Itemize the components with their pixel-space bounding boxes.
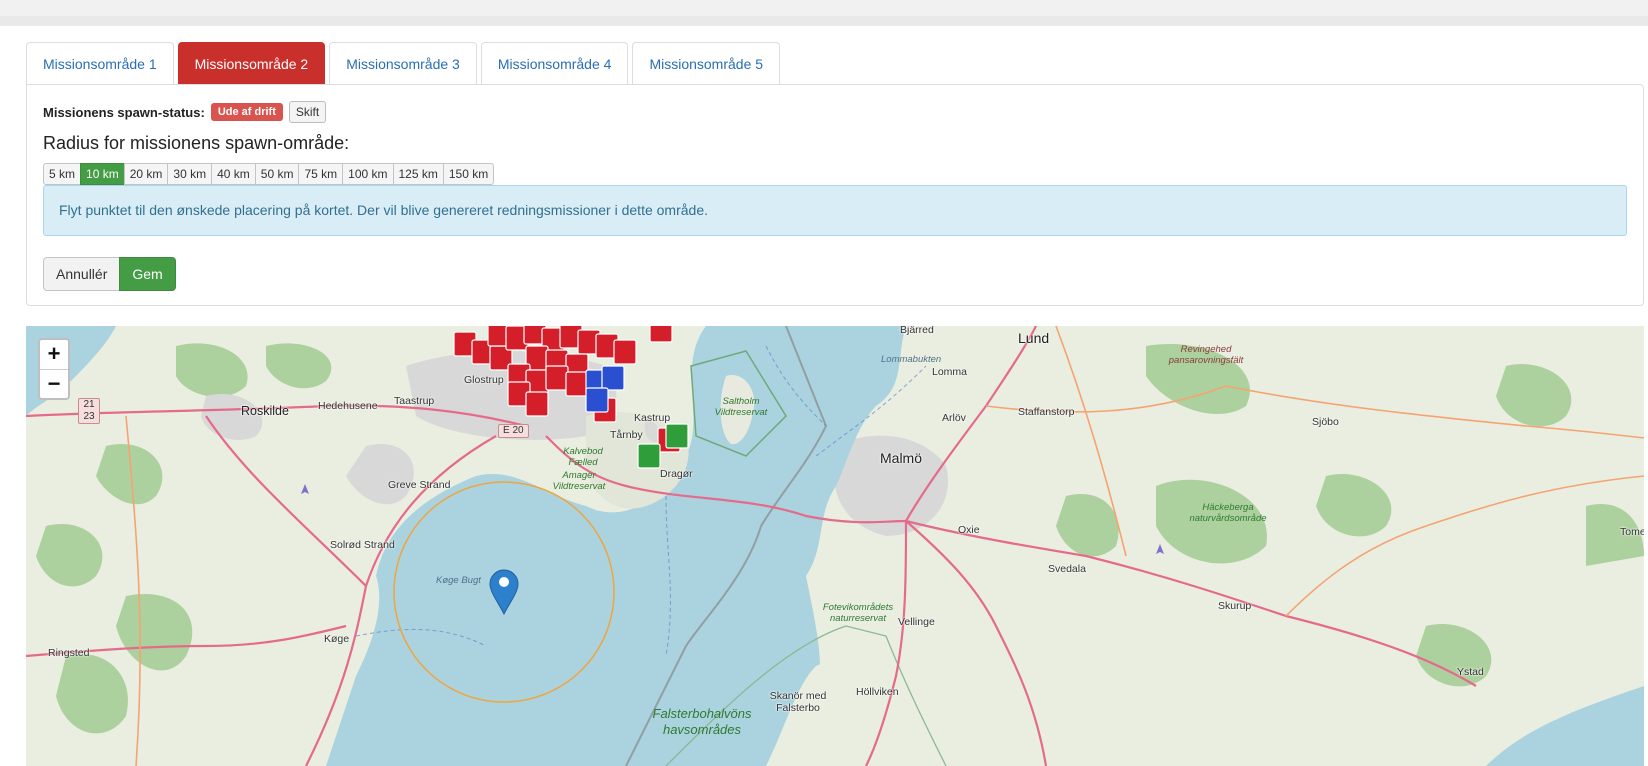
mission-marker[interactable]	[585, 387, 609, 413]
place-label: Svedala	[1048, 563, 1086, 575]
radius-50km-button[interactable]: 50 km	[254, 163, 300, 185]
reserve-label: Kalvebod Fælled	[563, 446, 603, 468]
radius-button-group: 5 km 10 km 20 km 30 km 40 km 50 km 75 km…	[43, 163, 495, 185]
spawn-status-row: Missionens spawn-status: Ude af drift Sk…	[43, 101, 327, 123]
place-label: Staffanstorp	[1018, 406, 1075, 418]
place-label: Malmö	[880, 450, 923, 466]
zoom-out-button[interactable]: −	[40, 369, 68, 398]
road-shield: 21 23	[78, 398, 100, 424]
info-alert: Flyt punktet til den ønskede placering p…	[43, 185, 1627, 236]
place-label: Tome	[1620, 526, 1644, 538]
place-label: Kastrup	[634, 412, 671, 424]
radius-title: Radius for missionens spawn-område:	[43, 133, 350, 153]
tab-mission-area-3[interactable]: Missionsområde 3	[329, 42, 477, 84]
reserve-label: Saltholm Vildtreservat	[714, 396, 768, 418]
place-label: Skurup	[1218, 600, 1252, 612]
reserve-label: Häckeberga naturvårdsområde	[1189, 502, 1267, 524]
tab-mission-area-4[interactable]: Missionsområde 4	[480, 42, 629, 84]
mission-marker[interactable]	[525, 391, 549, 417]
mission-marker[interactable]	[637, 443, 661, 469]
place-label: Køge	[324, 633, 350, 645]
mission-area-tabs: Missionsområde 1 Missionsområde 2 Missio…	[26, 42, 781, 84]
place-label: Ystad	[1457, 666, 1484, 678]
radius-30km-button[interactable]: 30 km	[167, 163, 213, 185]
map-view[interactable]: + − Roskilde Hedehusene Taastrup Glostru…	[26, 326, 1644, 766]
mission-marker[interactable]	[613, 339, 637, 365]
tab-mission-area-1[interactable]: Missionsområde 1	[26, 42, 174, 84]
radius-10km-button[interactable]: 10 km	[80, 163, 125, 185]
place-label: Arlöv	[942, 412, 966, 424]
place-label: Greve Strand	[388, 479, 451, 491]
place-label: Lomma	[932, 366, 968, 378]
mission-marker[interactable]	[545, 365, 569, 391]
place-label: Roskilde	[241, 404, 289, 418]
place-label: Vellinge	[898, 616, 935, 628]
mission-marker[interactable]	[665, 423, 689, 449]
reserve-label: Fotevikområdets naturreservat	[822, 602, 894, 624]
mission-marker[interactable]	[601, 365, 625, 391]
water-label: Lommabukten	[881, 354, 942, 365]
place-label: Sjöbo	[1312, 416, 1339, 428]
zoom-control: + −	[38, 338, 70, 400]
water-label: Køge Bugt	[436, 575, 481, 586]
reserve-label: Revingehed pansarovningsfält	[1168, 344, 1244, 366]
reserve-label: Amager Vildtreservat	[552, 470, 606, 492]
mission-marker[interactable]	[649, 326, 673, 343]
place-label: Skanör med Falsterbo	[769, 690, 827, 714]
status-badge: Ude af drift	[210, 103, 283, 121]
road-shield: E 20	[498, 424, 529, 438]
radius-100km-button[interactable]: 100 km	[342, 163, 394, 185]
place-label: Tårnby	[610, 429, 643, 441]
radius-5km-button[interactable]: 5 km	[43, 163, 82, 185]
place-label: Bjärred	[900, 326, 934, 336]
place-label: Höllviken	[856, 686, 899, 698]
place-label: Lund	[1018, 330, 1050, 346]
mission-marker[interactable]	[565, 371, 589, 397]
mission-area-panel: Missionens spawn-status: Ude af drift Sk…	[26, 84, 1644, 306]
cancel-button[interactable]: Annullér	[43, 257, 121, 291]
spawn-status-label: Missionens spawn-status:	[43, 104, 205, 120]
zoom-in-button[interactable]: +	[40, 340, 68, 369]
radius-20km-button[interactable]: 20 km	[123, 163, 169, 185]
radius-75km-button[interactable]: 75 km	[298, 163, 344, 185]
place-label: Oxie	[958, 524, 980, 536]
place-label: Taastrup	[394, 395, 435, 407]
place-label: Dragør	[660, 468, 693, 480]
place-label: Hedehusene	[318, 400, 378, 412]
place-label: Ringsted	[48, 647, 90, 659]
top-bar	[0, 0, 1648, 26]
top-bar-strip	[0, 16, 1648, 26]
place-label: Glostrup	[464, 374, 504, 386]
form-actions: Annullér Gem	[43, 257, 176, 291]
place-label: Solrød Strand	[330, 539, 395, 551]
save-button[interactable]: Gem	[119, 257, 176, 291]
toggle-status-button[interactable]: Skift	[288, 101, 327, 123]
radius-125km-button[interactable]: 125 km	[392, 163, 444, 185]
tab-mission-area-5[interactable]: Missionsområde 5	[632, 42, 781, 84]
radius-150km-button[interactable]: 150 km	[442, 163, 495, 185]
tab-mission-area-2[interactable]: Missionsområde 2	[177, 42, 326, 84]
reserve-label: Falsterbohalvöns havsområdes	[652, 706, 752, 737]
map-canvas[interactable]	[26, 326, 1644, 766]
radius-40km-button[interactable]: 40 km	[211, 163, 256, 185]
